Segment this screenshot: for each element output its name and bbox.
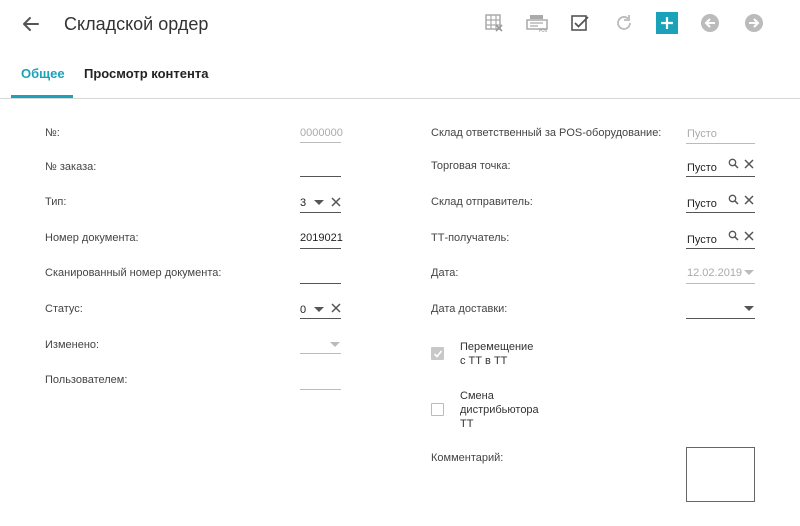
doc-number-underline [300, 248, 341, 249]
status-clear-icon[interactable] [330, 302, 342, 314]
changed-field [300, 353, 341, 354]
order-number-label: № заказа: [45, 161, 97, 173]
refresh-icon[interactable] [613, 12, 635, 34]
sender-search-icon[interactable] [728, 194, 739, 205]
user-label: Пользователем: [45, 374, 128, 386]
outlet-search-icon[interactable] [728, 158, 739, 169]
order-number-field[interactable] [300, 176, 341, 177]
page-title: Складской ордер [64, 14, 209, 34]
sender-clear-icon[interactable] [743, 194, 755, 206]
previous-icon[interactable] [699, 12, 721, 34]
number-underline [300, 142, 341, 143]
recipient-field[interactable]: Пусто [687, 234, 717, 246]
move-between-line-1: Перемещение [460, 341, 534, 353]
sender-warehouse-field[interactable]: Пусто [687, 198, 717, 210]
doc-number-field[interactable]: 2019021 [300, 232, 343, 244]
table-delete-icon[interactable] [483, 12, 505, 34]
outlet-underline [686, 176, 755, 177]
add-icon[interactable] [656, 12, 678, 34]
delivery-date-field[interactable] [686, 318, 755, 319]
active-tab-indicator [11, 95, 73, 98]
outlet-field[interactable]: Пусто [687, 162, 717, 174]
comment-textarea[interactable] [686, 447, 755, 502]
recipient-underline [686, 248, 755, 249]
status-select[interactable]: 0 [300, 304, 306, 316]
date-label: Дата: [431, 267, 459, 279]
number-field: 0000000 [300, 127, 343, 139]
sender-underline [686, 212, 755, 213]
sender-warehouse-label: Склад отправитель: [431, 196, 533, 208]
tab-bar: Общее Просмотр контента [0, 50, 800, 99]
date-field: 12.02.2019 [687, 267, 743, 279]
svg-text:POS: POS [539, 28, 548, 33]
recipient-clear-icon[interactable] [743, 230, 755, 242]
move-between-line-2: с ТТ в ТТ [460, 355, 508, 367]
change-distributor-line-3: ТТ [460, 418, 474, 430]
scanned-doc-label: Сканированный номер документа: [45, 267, 222, 279]
pos-warehouse-field: Пусто [687, 128, 717, 140]
delivery-date-label: Дата доставки: [431, 303, 508, 315]
status-label: Статус: [45, 303, 83, 315]
type-underline [300, 212, 341, 213]
header: Складской ордер POS [0, 0, 800, 50]
change-distributor-line-2: дистрибьютора [460, 404, 539, 416]
type-select[interactable]: 3 [300, 197, 306, 209]
move-between-outlets-label: Перемещение с ТТ в ТТ [460, 340, 533, 368]
user-field [300, 389, 341, 390]
pos-warehouse-underline [686, 143, 755, 144]
recipient-label: ТТ-получатель: [431, 232, 510, 244]
number-label: №: [45, 127, 60, 139]
tab-general[interactable]: Общее [21, 66, 65, 81]
move-between-outlets-checkbox[interactable] [431, 347, 444, 360]
type-label: Тип: [45, 196, 67, 208]
back-arrow-icon[interactable] [18, 12, 42, 36]
doc-number-label: Номер документа: [45, 232, 139, 244]
type-dropdown-icon[interactable] [314, 200, 324, 205]
tab-content-view[interactable]: Просмотр контента [84, 66, 208, 81]
outlet-label: Торговая точка: [431, 160, 511, 172]
pos-printer-icon[interactable]: POS [526, 12, 548, 34]
type-clear-icon[interactable] [330, 196, 342, 208]
change-distributor-label: Смена дистрибьютора ТТ [460, 389, 539, 431]
recipient-search-icon[interactable] [728, 230, 739, 241]
changed-label: Изменено: [45, 339, 100, 351]
date-dropdown-icon [744, 270, 754, 275]
delivery-date-dropdown-icon[interactable] [744, 306, 754, 311]
status-dropdown-icon[interactable] [314, 307, 324, 312]
outlet-clear-icon[interactable] [743, 158, 755, 170]
change-distributor-line-1: Смена [460, 390, 494, 402]
status-underline [300, 318, 341, 319]
comment-label: Комментарий: [431, 452, 504, 464]
date-underline [686, 283, 755, 284]
next-icon[interactable] [743, 12, 765, 34]
scanned-doc-field[interactable] [300, 283, 341, 284]
changed-dropdown-icon [330, 342, 340, 347]
checkbox-icon[interactable] [569, 12, 591, 34]
change-distributor-checkbox[interactable] [431, 403, 444, 416]
pos-warehouse-label: Склад ответственный за POS-оборудование: [431, 127, 662, 139]
